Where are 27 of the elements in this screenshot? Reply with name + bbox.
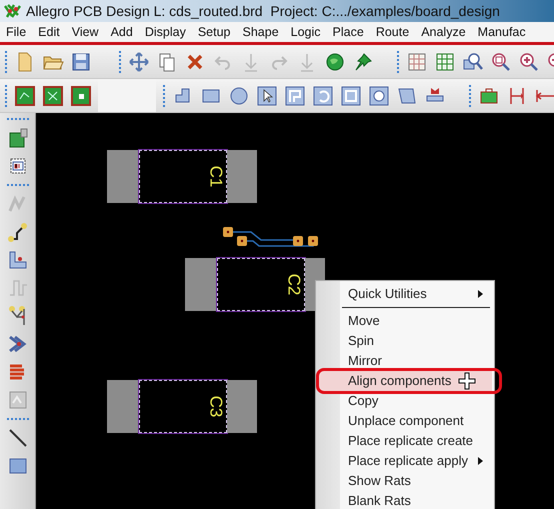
menu-item[interactable]: Unplace component	[318, 411, 492, 431]
menu-item[interactable]: Place replicate apply	[318, 451, 492, 471]
menu-item[interactable]: Blank Rats	[318, 491, 492, 509]
menu-item[interactable]: Move	[318, 311, 492, 331]
menu-item[interactable]: Setup	[192, 22, 236, 42]
reference-label: C3	[207, 396, 224, 418]
menu-item[interactable]: Logic	[284, 22, 327, 42]
menu-item[interactable]: Spin	[318, 331, 492, 351]
menu-item[interactable]: File	[0, 22, 32, 42]
menu-item[interactable]: Display	[138, 22, 192, 42]
menu-item[interactable]: Shape	[236, 22, 285, 42]
menu-item[interactable]: Manufac	[472, 22, 532, 42]
menu-item[interactable]: Mirror	[318, 351, 492, 371]
menu-item[interactable]: Place	[326, 22, 370, 42]
menu-item[interactable]: Add	[104, 22, 139, 42]
menu-item[interactable]: Analyze	[415, 22, 472, 42]
menu-item[interactable]: Quick Utilities	[318, 284, 492, 311]
menu-item[interactable]: View	[66, 22, 105, 42]
menu-item[interactable]: Align components	[318, 371, 492, 391]
menu-item[interactable]: Route	[370, 22, 416, 42]
reference-label: C1	[207, 166, 224, 188]
menu-item[interactable]: Show Rats	[318, 471, 492, 491]
menu-item[interactable]: Edit	[32, 22, 66, 42]
menu-item[interactable]: Copy	[318, 391, 492, 411]
window-title: Allegro PCB Design L: cds_routed.brd Project: C:.../examples/board_design	[26, 2, 500, 21]
reference-label: C2	[285, 274, 302, 296]
menu-item[interactable]: Place replicate create	[318, 431, 492, 451]
